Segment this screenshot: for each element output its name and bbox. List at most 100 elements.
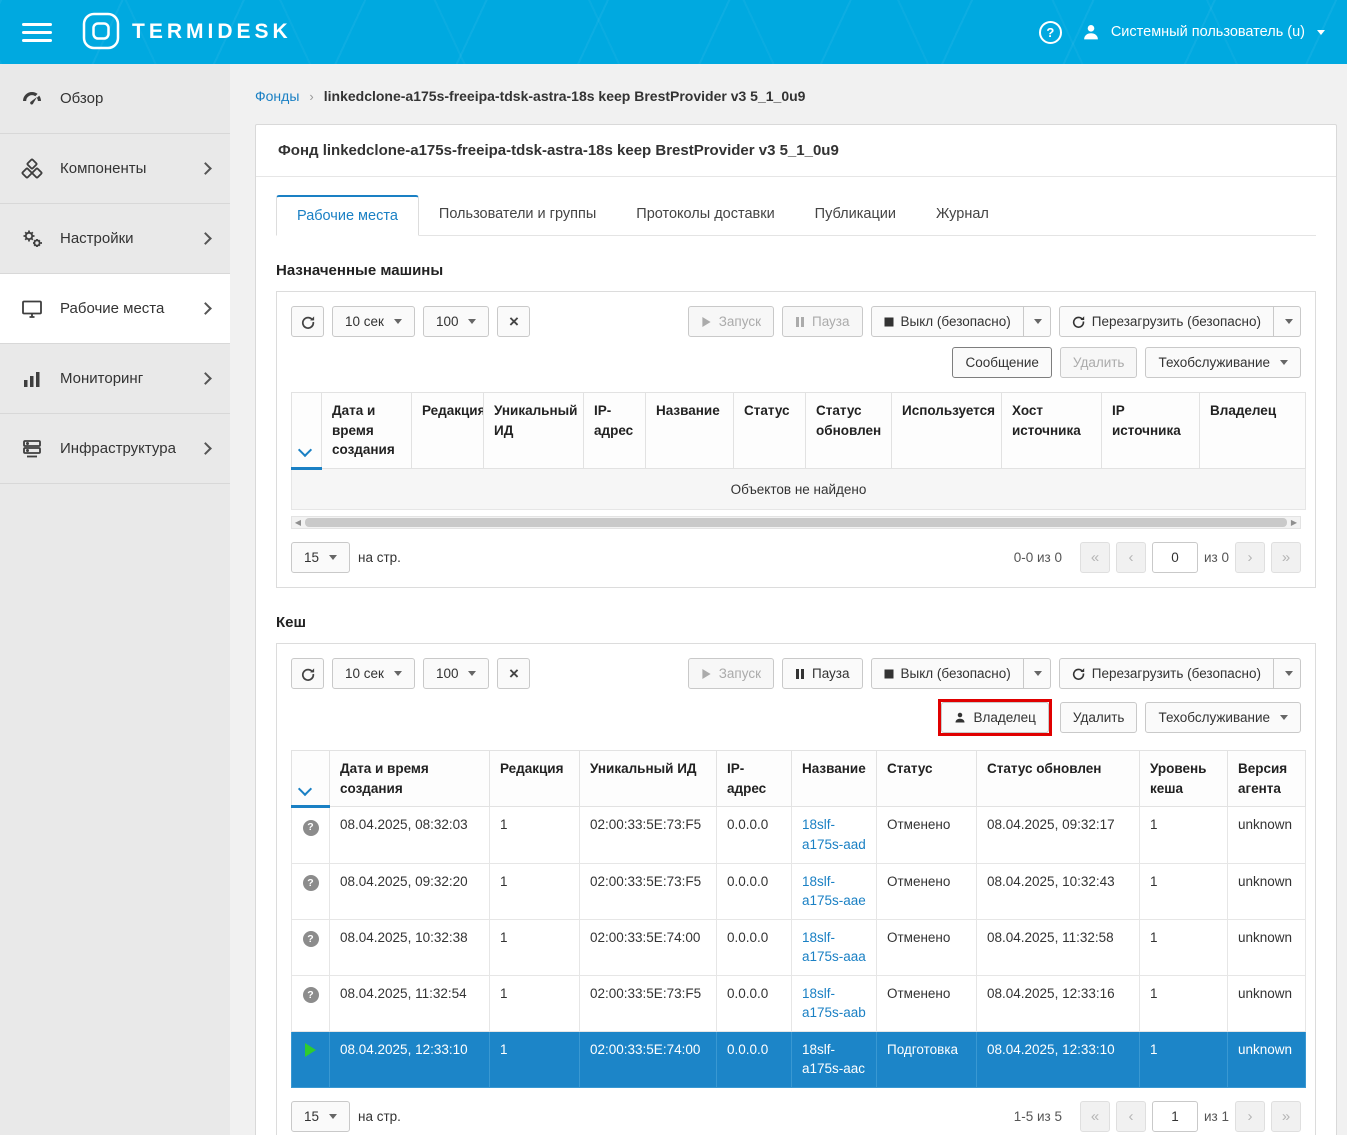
sidebar-item-components[interactable]: Компоненты bbox=[0, 134, 230, 204]
machine-link[interactable]: 18slf-a175s-aac bbox=[802, 1042, 865, 1077]
column-header-created[interactable]: Дата и время создания bbox=[322, 393, 412, 469]
prev-page-button[interactable] bbox=[1116, 1101, 1146, 1132]
prev-page-icon bbox=[1129, 549, 1134, 566]
table-row[interactable]: 08.04.2025, 10:32:38 1 02:00:33:5E:74:00… bbox=[292, 919, 1306, 975]
column-header-status[interactable]: Статус bbox=[877, 751, 977, 807]
column-header-ip[interactable]: IP-адрес bbox=[584, 393, 646, 469]
page-input[interactable] bbox=[1152, 1101, 1198, 1132]
breadcrumb-funds-link[interactable]: Фонды bbox=[255, 88, 299, 104]
chevron-down-icon bbox=[298, 443, 312, 457]
column-header-owner[interactable]: Владелец bbox=[1200, 393, 1306, 469]
power-off-button[interactable]: Выкл (безопасно) bbox=[871, 306, 1024, 337]
pause-button[interactable]: Пауза bbox=[782, 306, 863, 337]
sidebar-item-overview[interactable]: Обзор bbox=[0, 64, 230, 134]
pause-button[interactable]: Пауза bbox=[782, 658, 863, 689]
page-input[interactable] bbox=[1152, 542, 1198, 573]
limit-select[interactable]: 100 bbox=[423, 306, 490, 337]
first-page-button[interactable] bbox=[1080, 542, 1110, 573]
reboot-menu-button[interactable] bbox=[1274, 658, 1301, 689]
table-row[interactable]: 08.04.2025, 11:32:54 1 02:00:33:5E:73:F5… bbox=[292, 975, 1306, 1031]
sidebar-item-label: Инфраструктура bbox=[60, 440, 176, 457]
column-header-cache-level[interactable]: Уровень кеша bbox=[1140, 751, 1228, 807]
start-button[interactable]: Запуск bbox=[688, 306, 774, 337]
machine-link[interactable]: 18slf-a175s-aae bbox=[802, 874, 866, 909]
sidebar-item-workplaces[interactable]: Рабочие места bbox=[0, 274, 230, 344]
column-header-status-updated[interactable]: Статус обновлен bbox=[977, 751, 1140, 807]
delete-button[interactable]: Удалить bbox=[1060, 702, 1138, 733]
tab-delivery-protocols[interactable]: Протоколы доставки bbox=[616, 195, 794, 236]
tab-journal[interactable]: Журнал bbox=[916, 195, 1009, 236]
delete-button[interactable]: Удалить bbox=[1060, 347, 1138, 378]
maintenance-button[interactable]: Техобслуживание bbox=[1145, 702, 1301, 733]
sidebar-item-monitoring[interactable]: Мониторинг bbox=[0, 344, 230, 414]
power-off-menu-button[interactable] bbox=[1024, 658, 1051, 689]
reboot-button[interactable]: Перезагрузить (безопасно) bbox=[1059, 306, 1274, 337]
reboot-button[interactable]: Перезагрузить (безопасно) bbox=[1059, 658, 1274, 689]
chevron-down-icon bbox=[1034, 671, 1042, 676]
column-header-uid[interactable]: Уникальный ИД bbox=[580, 751, 717, 807]
start-button[interactable]: Запуск bbox=[688, 658, 774, 689]
refresh-interval-select[interactable]: 10 сек bbox=[332, 306, 415, 337]
cell-updated: 08.04.2025, 11:32:58 bbox=[977, 919, 1140, 975]
help-icon[interactable] bbox=[1039, 21, 1062, 44]
per-page-select[interactable]: 15 bbox=[291, 542, 350, 573]
machine-link[interactable]: 18slf-a175s-aab bbox=[802, 986, 866, 1021]
last-page-button[interactable] bbox=[1271, 1101, 1301, 1132]
power-off-menu-button[interactable] bbox=[1024, 306, 1051, 337]
hamburger-menu-button[interactable] bbox=[22, 23, 52, 42]
column-header-created[interactable]: Дата и время создания bbox=[330, 751, 490, 807]
refresh-interval-select[interactable]: 10 сек bbox=[332, 658, 415, 689]
maintenance-button[interactable]: Техобслуживание bbox=[1145, 347, 1301, 378]
next-page-button[interactable] bbox=[1235, 542, 1265, 573]
clear-filter-button[interactable] bbox=[497, 306, 530, 337]
cell-cache-level: 1 bbox=[1140, 807, 1228, 863]
cell-updated: 08.04.2025, 12:33:16 bbox=[977, 975, 1140, 1031]
refresh-button[interactable] bbox=[291, 658, 324, 689]
column-header-revision[interactable]: Редакция bbox=[490, 751, 580, 807]
select-all-header[interactable] bbox=[292, 751, 330, 807]
sidebar-item-infrastructure[interactable]: Инфраструктура bbox=[0, 414, 230, 484]
clear-filter-button[interactable] bbox=[497, 658, 530, 689]
column-header-source-ip[interactable]: IP источника bbox=[1102, 393, 1200, 469]
reboot-menu-button[interactable] bbox=[1274, 306, 1301, 337]
table-row-selected[interactable]: 08.04.2025, 12:33:10 1 02:00:33:5E:74:00… bbox=[292, 1031, 1306, 1087]
column-header-name[interactable]: Название bbox=[646, 393, 734, 469]
scrollbar-thumb[interactable] bbox=[305, 518, 1287, 527]
user-menu[interactable]: Системный пользователь (u) bbox=[1080, 21, 1325, 43]
column-header-uid[interactable]: Уникальный ИД bbox=[484, 393, 584, 469]
limit-select[interactable]: 100 bbox=[423, 658, 490, 689]
stop-icon bbox=[884, 317, 894, 327]
column-header-name[interactable]: Название bbox=[792, 751, 877, 807]
column-header-status-updated[interactable]: Статус обновлен bbox=[806, 393, 892, 469]
column-header-in-use[interactable]: Используется bbox=[892, 393, 1002, 469]
owner-button[interactable]: Владелец bbox=[941, 702, 1048, 733]
tab-publications[interactable]: Публикации bbox=[795, 195, 916, 236]
machine-link[interactable]: 18slf-a175s-aaa bbox=[802, 930, 866, 965]
cell-revision: 1 bbox=[490, 863, 580, 919]
per-page-select[interactable]: 15 bbox=[291, 1101, 350, 1132]
horizontal-scrollbar[interactable] bbox=[291, 516, 1301, 529]
power-off-button[interactable]: Выкл (безопасно) bbox=[871, 658, 1024, 689]
sidebar-item-settings[interactable]: Настройки bbox=[0, 204, 230, 274]
select-all-header[interactable] bbox=[292, 393, 322, 469]
tab-users-groups[interactable]: Пользователи и группы bbox=[419, 195, 616, 236]
prev-page-button[interactable] bbox=[1116, 542, 1146, 573]
column-header-ip[interactable]: IP-адрес bbox=[717, 751, 792, 807]
column-header-status[interactable]: Статус bbox=[734, 393, 806, 469]
table-row[interactable]: 08.04.2025, 09:32:20 1 02:00:33:5E:73:F5… bbox=[292, 863, 1306, 919]
brand-logo[interactable]: TERMIDESK bbox=[82, 12, 292, 53]
column-header-revision[interactable]: Редакция bbox=[412, 393, 484, 469]
last-page-button[interactable] bbox=[1271, 542, 1301, 573]
refresh-button[interactable] bbox=[291, 306, 324, 337]
gear-icon bbox=[20, 227, 44, 251]
tab-workplaces[interactable]: Рабочие места bbox=[276, 195, 419, 236]
message-button[interactable]: Сообщение bbox=[952, 347, 1051, 378]
first-page-button[interactable] bbox=[1080, 1101, 1110, 1132]
column-header-agent-version[interactable]: Версия агента bbox=[1228, 751, 1306, 807]
table-row[interactable]: 08.04.2025, 08:32:03 1 02:00:33:5E:73:F5… bbox=[292, 807, 1306, 863]
machine-link[interactable]: 18slf-a175s-aad bbox=[802, 817, 866, 852]
column-header-source-host[interactable]: Хост источника bbox=[1002, 393, 1102, 469]
next-page-button[interactable] bbox=[1235, 1101, 1265, 1132]
scroll-left-icon[interactable] bbox=[292, 519, 304, 527]
scroll-right-icon[interactable] bbox=[1288, 519, 1300, 527]
